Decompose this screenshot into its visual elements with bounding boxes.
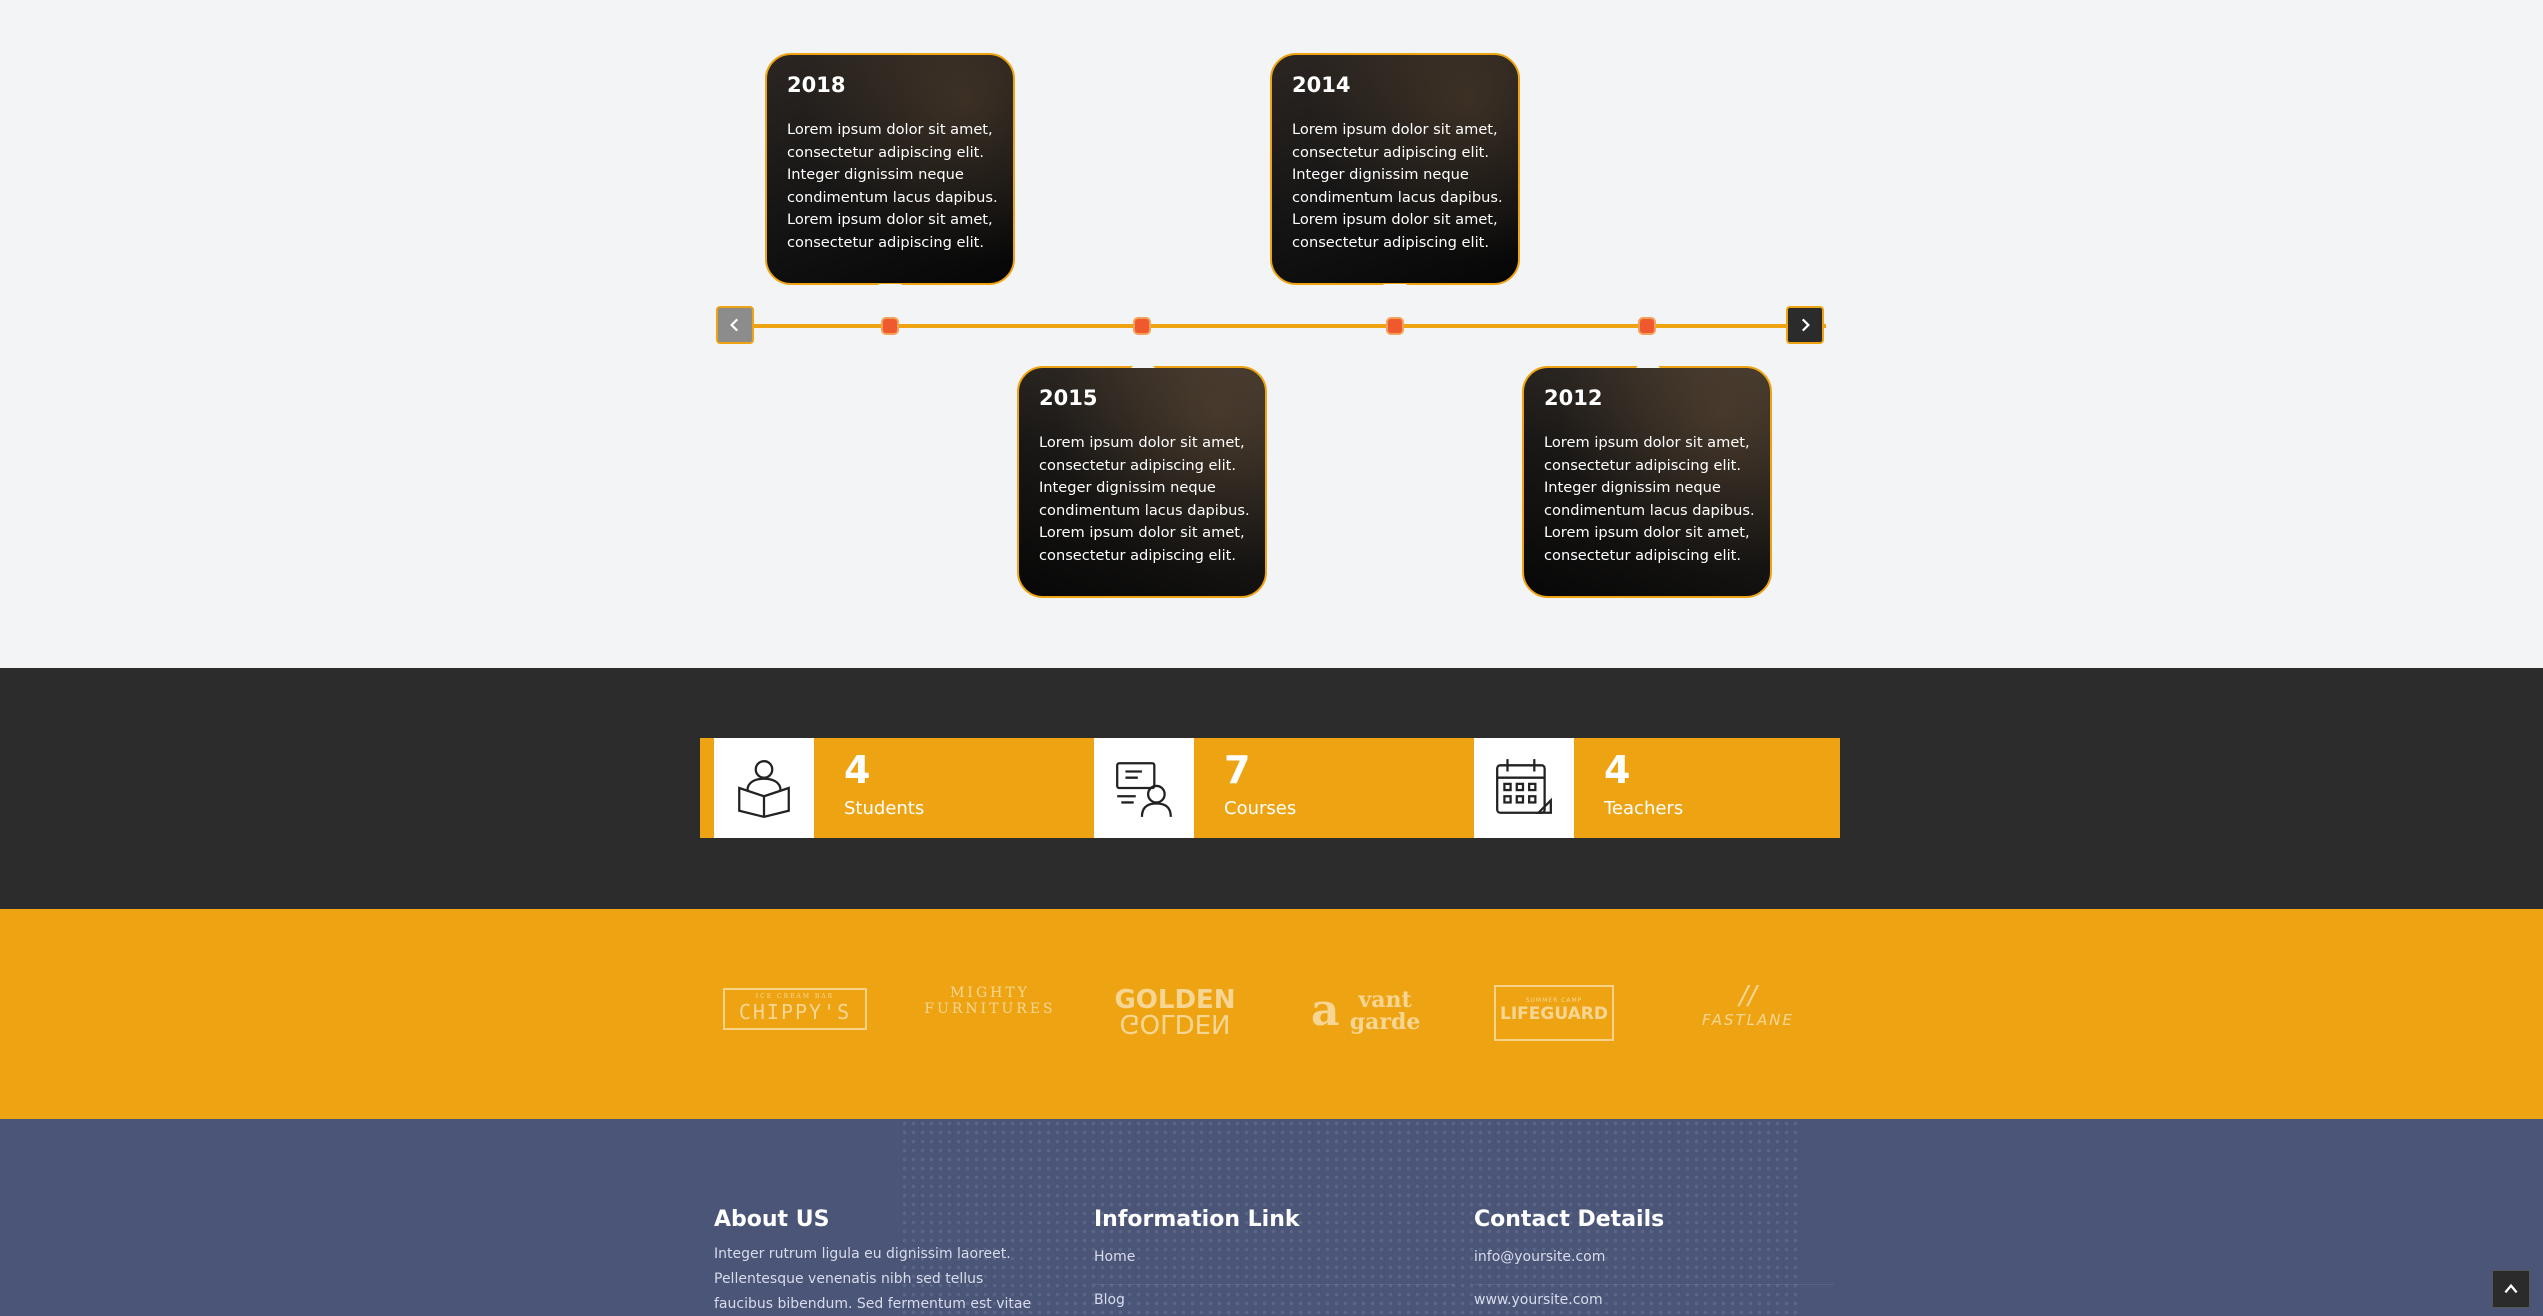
footer-links-title: Information Link	[1094, 1207, 1300, 1232]
logo-name: FASTLANE	[1701, 1011, 1794, 1029]
stat-number: 4	[1604, 748, 1631, 792]
logo-vant-garde: a vant garde	[1298, 985, 1438, 1036]
timeline-next-button[interactable]	[1786, 306, 1824, 344]
timeline-card: 2012 Lorem ipsum dolor sit amet, consect…	[1522, 366, 1772, 598]
logo-mark: //	[1739, 981, 1757, 1011]
stat-label: Students	[844, 798, 925, 819]
stat-icon-box	[714, 738, 814, 838]
timeline-year: 2015	[1039, 386, 1098, 410]
logo-name: vant garde	[1349, 986, 1421, 1035]
footer-about: About US Integer rutrum ligula eu dignis…	[714, 1207, 1044, 1316]
card-pointer	[1383, 284, 1407, 296]
logo-name: LIFEGUARD	[1500, 1004, 1608, 1024]
logo-name: FURNITURES	[924, 1001, 1056, 1017]
timeline-text: Lorem ipsum dolor sit amet, consectetur …	[1039, 434, 1250, 564]
logo-small-text: SUMMER CAMP	[1525, 997, 1583, 1004]
timeline-text: Lorem ipsum dolor sit amet, consectetur …	[787, 121, 998, 251]
stat-label: Teachers	[1604, 798, 1684, 819]
timeline-dot-2014[interactable]	[1386, 317, 1404, 335]
logo-small-text: ICE CREAM BAR	[755, 993, 835, 1000]
timeline-dot-2012[interactable]	[1638, 317, 1656, 335]
online-teacher-icon	[1116, 762, 1172, 817]
logo-chippys: ICE CREAM BAR CHIPPY'S	[723, 988, 867, 1030]
footer-link-blog[interactable]: Blog	[1094, 1285, 1454, 1316]
logo-fastlane: // FASTLANE	[1688, 981, 1808, 1029]
calendar-icon	[1496, 759, 1552, 814]
timeline-year: 2018	[787, 73, 846, 97]
stats-section: 4 Students 7 Courses 4 Teachers	[0, 668, 2543, 909]
stat-number: 4	[844, 748, 871, 792]
chevron-left-icon	[730, 318, 739, 332]
stats-bar: 4 Students 7 Courses 4 Teachers	[700, 738, 1840, 838]
timeline-prev-button[interactable]	[716, 306, 754, 344]
stat-courses: 7 Courses	[1080, 738, 1460, 838]
footer-contact-title: Contact Details	[1474, 1207, 1665, 1232]
logo-golden: GOLDEN GOLDEN	[1110, 987, 1240, 1038]
stat-teachers: 4 Teachers	[1460, 738, 1840, 838]
timeline-text: Lorem ipsum dolor sit amet, consectetur …	[1544, 434, 1755, 564]
footer-contact: Contact Details info@yoursite.com www.yo…	[1474, 1207, 1834, 1316]
site-footer: About US Integer rutrum ligula eu dignis…	[0, 1119, 2543, 1316]
timeline-card: 2018 Lorem ipsum dolor sit amet, consect…	[765, 53, 1015, 285]
footer-about-title: About US	[714, 1207, 830, 1232]
logo-lifeguard: SUMMER CAMP LIFEGUARD	[1494, 985, 1614, 1041]
stat-icon-box	[1094, 738, 1194, 838]
logo-small-text: MIGHTY	[950, 985, 1030, 1001]
card-pointer	[1131, 356, 1155, 368]
logo-small-text: a	[1310, 985, 1340, 1036]
footer-contact-email[interactable]: info@yoursite.com	[1474, 1242, 1834, 1285]
footer-links: Information Link Home Blog	[1094, 1207, 1454, 1316]
timeline-text: Lorem ipsum dolor sit amet, consectetur …	[1292, 121, 1503, 251]
card-pointer	[1636, 356, 1660, 368]
timeline-dot-2018[interactable]	[881, 317, 899, 335]
stat-label: Courses	[1224, 798, 1297, 819]
logo-name: GOLDEN	[1119, 1008, 1231, 1038]
chevron-up-icon	[2504, 1283, 2518, 1294]
history-timeline: 2018 Lorem ipsum dolor sit amet, consect…	[0, 0, 2543, 668]
stat-students: 4 Students	[700, 738, 1080, 838]
stat-number: 7	[1224, 748, 1251, 792]
timeline-dot-2015[interactable]	[1133, 317, 1151, 335]
logo-name: CHIPPY'S	[738, 1000, 852, 1024]
footer-about-text: Integer rutrum ligula eu dignissim laore…	[714, 1246, 1032, 1312]
partner-logos: ICE CREAM BAR CHIPPY'S MIGHTY FURNITURES…	[0, 909, 2543, 1119]
timeline-card: 2014 Lorem ipsum dolor sit amet, consect…	[1270, 53, 1520, 285]
timeline-year: 2012	[1544, 386, 1603, 410]
logo-mighty-furnitures: MIGHTY FURNITURES	[920, 985, 1060, 1017]
chevron-right-icon	[1801, 318, 1810, 332]
footer-contact-website[interactable]: www.yoursite.com	[1474, 1285, 1834, 1316]
scroll-to-top-button[interactable]	[2492, 1270, 2530, 1308]
card-pointer	[878, 284, 902, 296]
footer-link-home[interactable]: Home	[1094, 1242, 1454, 1285]
student-reading-icon	[738, 760, 790, 819]
timeline-year: 2014	[1292, 73, 1351, 97]
stat-icon-box	[1474, 738, 1574, 838]
timeline-card: 2015 Lorem ipsum dolor sit amet, consect…	[1017, 366, 1267, 598]
